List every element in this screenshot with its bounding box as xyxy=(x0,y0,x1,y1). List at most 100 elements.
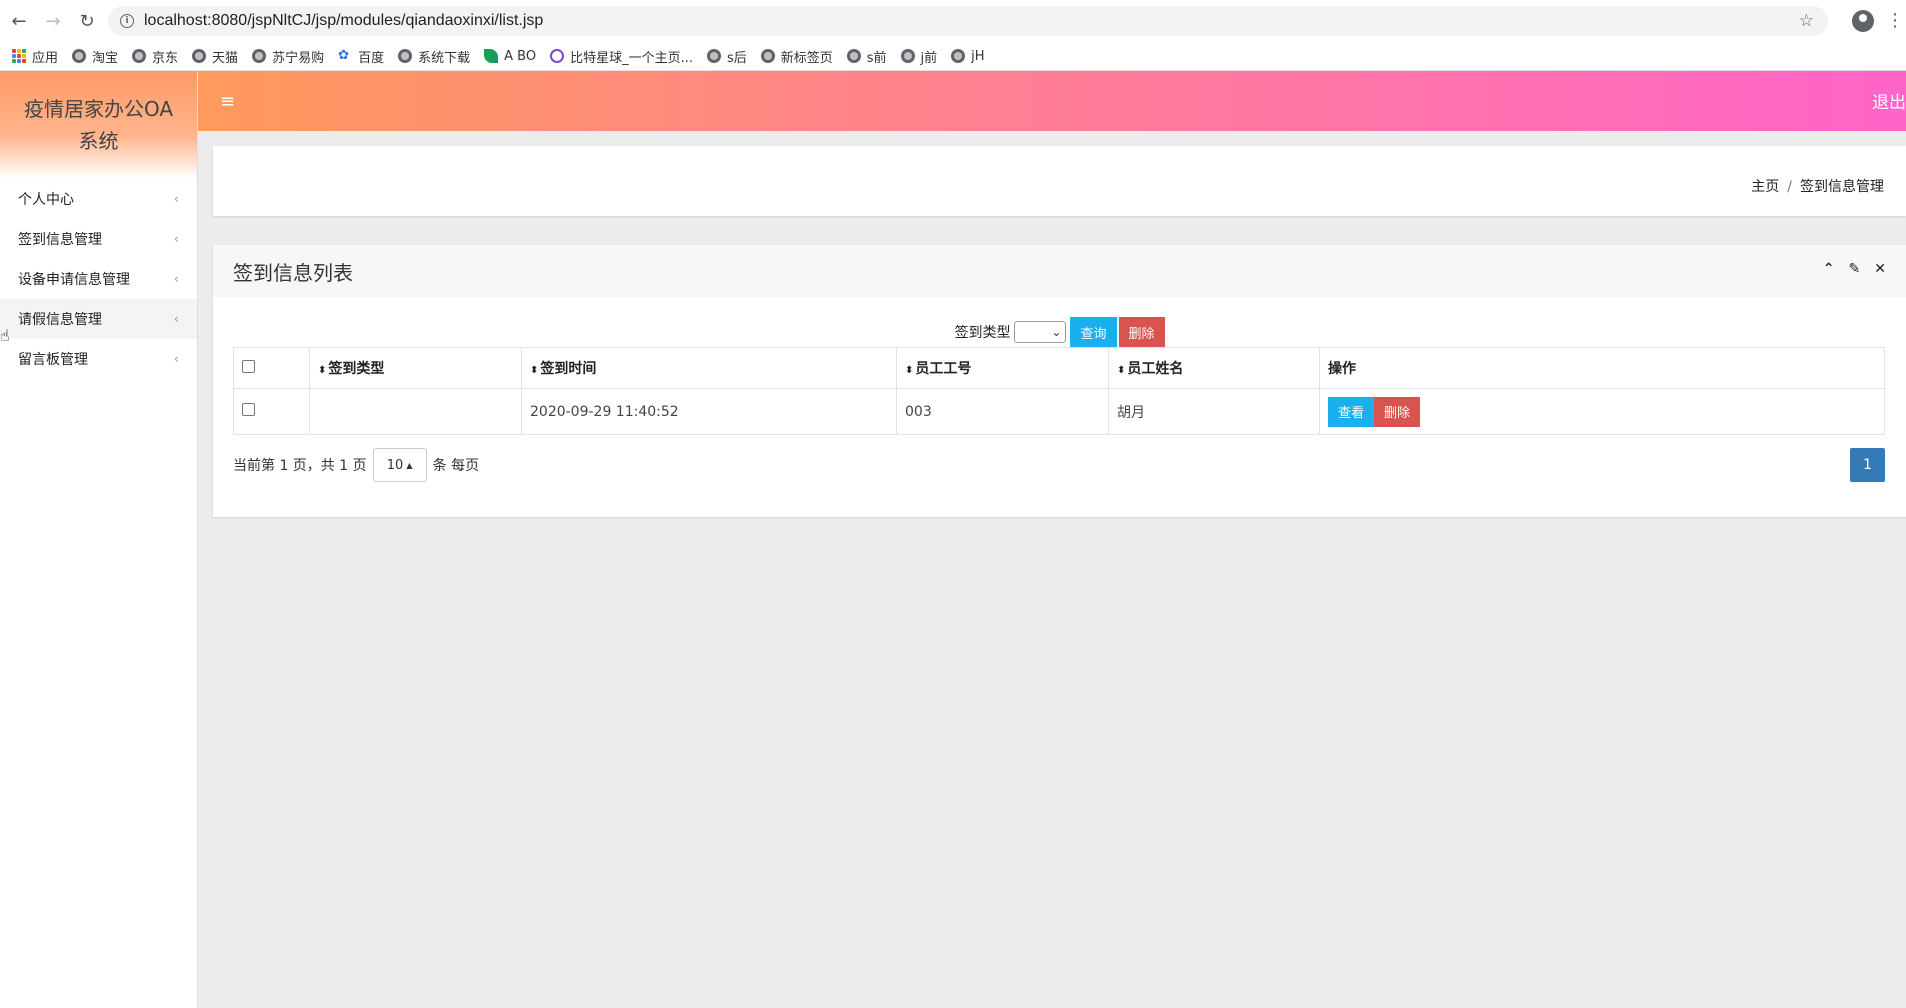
reload-icon[interactable]: ↻ xyxy=(72,6,102,36)
bookmark-label: 京东 xyxy=(152,50,179,66)
more-menu-icon[interactable]: ⋮ xyxy=(1886,10,1904,31)
filter-label: 签到类型 xyxy=(954,325,1011,341)
bookmark-label: 淘宝 xyxy=(92,50,119,66)
sort-icon: ⬍ xyxy=(318,365,327,376)
sidebar-item-personal-center[interactable]: 个人中心 ‹ xyxy=(0,179,197,219)
bookmark-label: jH xyxy=(971,48,985,64)
batch-delete-button[interactable]: 删除 xyxy=(1118,317,1165,347)
cell-employee-no: 003 xyxy=(896,388,1109,435)
header-actions: 操作 xyxy=(1319,347,1885,389)
sidebar-item-device-request[interactable]: 设备申请信息管理 ‹ xyxy=(0,259,197,299)
chevron-left-icon: ‹ xyxy=(173,351,179,367)
row-actions: 查看 删除 xyxy=(1328,396,1876,427)
globe-icon xyxy=(252,49,267,63)
bookmark-item[interactable]: A BO xyxy=(484,49,536,64)
app-title: 疫情居家办公OA系统 xyxy=(23,97,174,153)
chevron-left-icon: ‹ xyxy=(173,271,179,287)
view-button[interactable]: 查看 xyxy=(1328,396,1375,427)
table-header-row: ⬍ 签到类型 ⬍ 签到时间 ⬍ 员工工号 ⬍ 员工姓名 操作 xyxy=(233,347,1885,389)
sidebar-item-message-board[interactable]: 留言板管理 ‹ xyxy=(0,339,197,379)
cell-actions: 查看 删除 xyxy=(1319,388,1885,435)
caret-up-icon: ▲ xyxy=(406,460,413,470)
table-row: 2020-09-29 11:40:52 003 胡月 查看 删除 xyxy=(233,388,1885,435)
bookmark-item[interactable]: 淘宝 xyxy=(72,47,118,66)
bookmark-item[interactable]: 苏宁易购 xyxy=(252,47,324,66)
delete-button[interactable]: 删除 xyxy=(1374,396,1421,427)
globe-icon xyxy=(192,49,207,63)
sidebar-item-checkin[interactable]: 签到信息管理 ‹ xyxy=(0,219,197,259)
header-employee-name[interactable]: ⬍ 员工姓名 xyxy=(1108,347,1320,389)
globe-icon xyxy=(846,49,861,63)
bookmark-item[interactable]: j前 xyxy=(900,47,937,66)
sort-icon: ⬍ xyxy=(905,365,914,376)
column-label: 员工姓名 xyxy=(1127,361,1184,377)
header-employee-no[interactable]: ⬍ 员工工号 xyxy=(896,347,1109,389)
bookmark-label: 天猫 xyxy=(212,50,239,66)
bookmark-item[interactable]: ✿ 百度 xyxy=(338,47,384,66)
address-bar[interactable]: i localhost:8080/jspNltCJ/jsp/modules/qi… xyxy=(108,6,1828,36)
header-select-all xyxy=(233,347,310,389)
bookmark-label: 新标签页 xyxy=(780,50,833,66)
select-all-checkbox[interactable] xyxy=(242,359,255,373)
close-icon[interactable]: ✕ xyxy=(1874,261,1886,277)
info-icon[interactable]: i xyxy=(120,14,134,28)
logout-link[interactable]: 退出 xyxy=(1872,88,1906,113)
bookmark-item[interactable]: 比特星球_一个主页... xyxy=(550,47,693,66)
back-icon[interactable]: ← xyxy=(4,6,34,36)
bookmark-item[interactable]: 京东 xyxy=(132,47,178,66)
globe-icon xyxy=(398,49,413,63)
sort-icon: ⬍ xyxy=(530,365,539,376)
bookmark-item[interactable]: 系统下载 xyxy=(398,47,470,66)
sidebar-item-label: 签到信息管理 xyxy=(18,232,102,248)
column-label: 操作 xyxy=(1328,361,1356,377)
bookmark-label: s前 xyxy=(866,50,887,66)
globe-icon xyxy=(706,49,721,63)
profile-icon[interactable] xyxy=(1852,10,1874,32)
page-button-current[interactable]: 1 xyxy=(1850,448,1885,482)
topbar: ≡ 退出 xyxy=(198,71,1906,131)
list-card: 签到信息列表 ⌃ ✎ ✕ 签到类型 ⌄ 查询 删除 ⬍ 签到类型 ⬍ 签到时间 ⬍ 员… xyxy=(213,245,1906,517)
bookmark-item[interactable]: 新标签页 xyxy=(760,47,833,66)
row-checkbox[interactable] xyxy=(242,403,255,416)
sidebar-item-label: 留言板管理 xyxy=(18,352,88,368)
cell-employee-name: 胡月 xyxy=(1108,388,1320,435)
bookmark-label: 应用 xyxy=(32,50,59,66)
sidebar-item-label: 设备申请信息管理 xyxy=(18,272,130,288)
checkin-table: ⬍ 签到类型 ⬍ 签到时间 ⬍ 员工工号 ⬍ 员工姓名 操作 2020-09-29 11… xyxy=(233,347,1885,435)
bookmark-label: 百度 xyxy=(358,50,385,66)
browser-toolbar: ← → ↻ i localhost:8080/jspNltCJ/jsp/modu… xyxy=(0,0,1906,42)
query-button[interactable]: 查询 xyxy=(1070,317,1117,347)
bookmark-label: A BO xyxy=(504,48,537,64)
header-checkin-time[interactable]: ⬍ 签到时间 xyxy=(521,347,897,389)
bookmark-label: 系统下载 xyxy=(418,50,471,66)
checkin-type-select[interactable]: ⌄ xyxy=(1014,321,1067,343)
bookmark-item[interactable]: s前 xyxy=(846,47,887,66)
bookmark-label: 苏宁易购 xyxy=(272,50,325,66)
bookmark-apps[interactable]: 应用 xyxy=(12,47,58,66)
column-label: 签到类型 xyxy=(328,361,385,377)
collapse-icon[interactable]: ⌃ xyxy=(1823,261,1835,277)
sidebar-item-leave[interactable]: 请假信息管理 ‹ xyxy=(0,299,197,339)
chevron-left-icon: ‹ xyxy=(173,231,179,247)
hamburger-icon[interactable]: ≡ xyxy=(220,91,235,112)
breadcrumb-separator: / xyxy=(1787,179,1792,195)
breadcrumb-current: 签到信息管理 xyxy=(1800,179,1884,195)
star-icon[interactable]: ☆ xyxy=(1799,11,1814,31)
brand: 疫情居家办公OA系统 xyxy=(0,71,197,179)
wrench-icon[interactable]: ✎ xyxy=(1849,261,1861,277)
page-size-suffix: 条 每页 xyxy=(432,458,480,474)
globe-icon xyxy=(760,49,775,63)
sidebar-item-label: 请假信息管理 xyxy=(18,312,102,328)
header-checkin-type[interactable]: ⬍ 签到类型 xyxy=(309,347,522,389)
page-size-select[interactable]: 10 ▲ xyxy=(372,448,427,482)
bookmark-item[interactable]: jH xyxy=(951,48,985,64)
bookmarks-bar: 应用 淘宝 京东 天猫 苏宁易购 ✿ 百度 系统下载 A BO 比特星球_一个主页… xyxy=(0,42,1906,71)
leaf-icon xyxy=(484,49,499,63)
mouse-cursor-icon: ☝ xyxy=(0,326,10,345)
forward-icon[interactable]: → xyxy=(38,6,68,36)
apps-grid-icon xyxy=(12,49,26,63)
bookmark-item[interactable]: 天猫 xyxy=(192,47,238,66)
breadcrumb-home[interactable]: 主页 xyxy=(1751,179,1779,195)
bookmark-item[interactable]: s后 xyxy=(706,47,747,66)
chevron-left-icon: ‹ xyxy=(173,191,179,207)
